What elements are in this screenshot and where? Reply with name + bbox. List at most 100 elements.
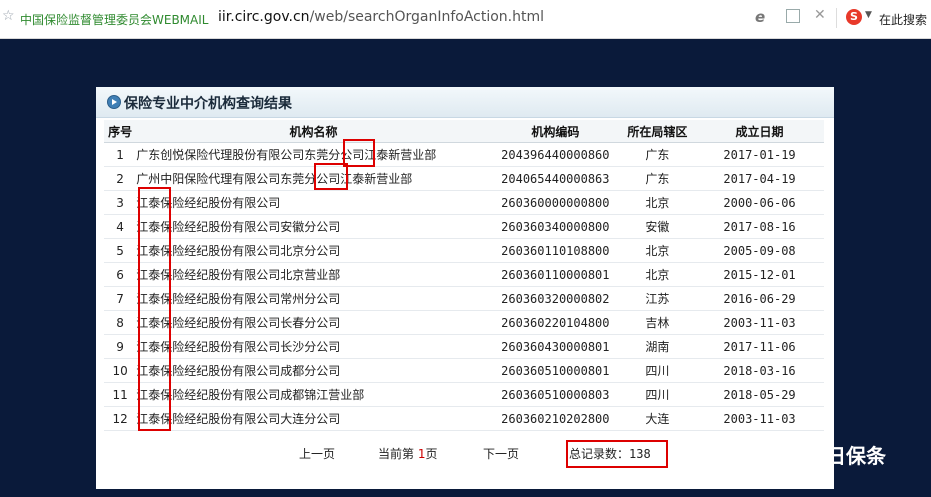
- table-row: 5 江泰保险经纪股份有限公司北京分公司 260360110108800 北京 2005-…: [104, 238, 824, 263]
- row-index: 12: [104, 406, 137, 431]
- next-page-link[interactable]: 下一页: [483, 445, 519, 462]
- pagination: 上一页 当前第 1页 下一页 总记录数：138: [96, 439, 834, 469]
- established-date: 2017-04-19: [695, 166, 824, 191]
- organization-code: 260360000000800: [490, 190, 620, 215]
- organization-name: 江泰保险经纪股份有限公司北京营业部: [136, 262, 491, 287]
- organization-name: 江泰保险经纪股份有限公司成都分公司: [136, 358, 491, 383]
- row-index: 2: [104, 166, 137, 191]
- address-bar[interactable]: iir.circ.gov.cn/web/searchOrganInfoActio…: [218, 9, 544, 25]
- results-panel: 保险专业中介机构查询结果 序号 机构名称 机构编码 所在局辖区 成立日期 1 广东…: [96, 87, 834, 489]
- prev-page-link[interactable]: 上一页: [299, 445, 335, 462]
- bullet-arrow-icon: [107, 95, 121, 109]
- organization-code: 260360110000801: [490, 262, 620, 287]
- organization-name: 江泰保险经纪股份有限公司长春分公司: [136, 310, 491, 335]
- row-index: 5: [104, 238, 137, 263]
- chevron-down-icon[interactable]: ▼: [865, 10, 872, 20]
- table-row: 8 江泰保险经纪股份有限公司长春分公司 260360220104800 吉林 2003-…: [104, 310, 824, 335]
- current-page-suffix: 页: [425, 447, 438, 461]
- table-row: 11 江泰保险经纪股份有限公司成都锦江营业部 260360510000803 四川 20…: [104, 382, 824, 407]
- organization-code: 260360110108800: [490, 238, 620, 263]
- table-header-row: 序号 机构名称 机构编码 所在局辖区 成立日期: [104, 120, 824, 143]
- close-icon[interactable]: ✕: [814, 7, 826, 23]
- favorite-star-icon[interactable]: ☆: [2, 9, 16, 23]
- established-date: 2000-06-06: [695, 190, 824, 215]
- row-index: 1: [104, 142, 137, 167]
- organization-name: 广州中阳保险代理有限公司东莞分公司江泰新营业部: [136, 166, 491, 191]
- established-date: 2005-09-08: [695, 238, 824, 263]
- row-index: 4: [104, 214, 137, 239]
- total-records-label: 总记录数：: [569, 447, 630, 461]
- organization-name: 江泰保险经纪股份有限公司: [136, 190, 491, 215]
- row-index: 7: [104, 286, 137, 311]
- table-row: 12 江泰保险经纪股份有限公司大连分公司 260360210202800 大连 2003…: [104, 406, 824, 431]
- row-index: 10: [104, 358, 137, 383]
- column-header-name: 机构名称: [136, 120, 491, 143]
- row-index: 11: [104, 382, 137, 407]
- region: 江苏: [619, 286, 696, 311]
- table-row: 3 江泰保险经纪股份有限公司 260360000000800 北京 2000-06-06: [104, 190, 824, 215]
- organization-name: 江泰保险经纪股份有限公司大连分公司: [136, 406, 491, 431]
- table-row: 10 江泰保险经纪股份有限公司成都分公司 260360510000801 四川 2018…: [104, 358, 824, 383]
- organization-code: 260360510000803: [490, 382, 620, 407]
- search-input[interactable]: 在此搜索: [879, 11, 927, 28]
- row-index: 8: [104, 310, 137, 335]
- sogou-search-icon[interactable]: S: [846, 9, 862, 25]
- organization-code: 260360340000800: [490, 214, 620, 239]
- favorite-site-link[interactable]: 中国保险监督管理委员会WEBMAIL: [20, 11, 208, 28]
- organization-name: 江泰保险经纪股份有限公司成都锦江营业部: [136, 382, 491, 407]
- region: 吉林: [619, 310, 696, 335]
- established-date: 2017-08-16: [695, 214, 824, 239]
- organization-code: 260360220104800: [490, 310, 620, 335]
- established-date: 2017-01-19: [695, 142, 824, 167]
- row-index: 6: [104, 262, 137, 287]
- established-date: 2018-03-16: [695, 358, 824, 383]
- established-date: 2003-11-03: [695, 406, 824, 431]
- organization-name: 广东创悦保险代理股份有限公司东莞分公司江泰新营业部: [136, 142, 491, 167]
- region: 四川: [619, 358, 696, 383]
- table-row: 2 广州中阳保险代理有限公司东莞分公司江泰新营业部 204065440000863 广…: [104, 166, 824, 191]
- region: 大连: [619, 406, 696, 431]
- table-row: 4 江泰保险经纪股份有限公司安徽分公司 260360340000800 安徽 2017-…: [104, 214, 824, 239]
- current-page-prefix: 当前第: [378, 447, 418, 461]
- column-header-code: 机构编码: [490, 120, 620, 143]
- panel-title: 保险专业中介机构查询结果: [124, 96, 292, 112]
- watermark: 今日保条: [770, 440, 886, 469]
- results-table: 序号 机构名称 机构编码 所在局辖区 成立日期 1 广东创悦保险代理股份有限公司东…: [104, 120, 824, 431]
- organization-code: 260360210202800: [490, 406, 620, 431]
- current-page-indicator: 当前第 1页: [378, 445, 437, 462]
- table-row: 9 江泰保险经纪股份有限公司长沙分公司 260360430000801 湖南 2017-…: [104, 334, 824, 359]
- table-row: 7 江泰保险经纪股份有限公司常州分公司 260360320000802 江苏 2016-…: [104, 286, 824, 311]
- organization-name: 江泰保险经纪股份有限公司北京分公司: [136, 238, 491, 263]
- url-path: /web/searchOrganInfoAction.html: [309, 9, 545, 25]
- row-index: 9: [104, 334, 137, 359]
- established-date: 2003-11-03: [695, 310, 824, 335]
- watermark-text: 今日保条: [806, 444, 886, 468]
- row-index: 3: [104, 190, 137, 215]
- region: 北京: [619, 238, 696, 263]
- total-records-count: 138: [629, 447, 651, 461]
- organization-code: 204065440000863: [490, 166, 620, 191]
- region: 四川: [619, 382, 696, 407]
- region: 北京: [619, 262, 696, 287]
- ie-compat-icon[interactable]: e: [755, 8, 765, 26]
- share-icon[interactable]: [786, 9, 800, 23]
- panel-header: 保险专业中介机构查询结果: [96, 87, 834, 118]
- organization-name: 江泰保险经纪股份有限公司长沙分公司: [136, 334, 491, 359]
- established-date: 2017-11-06: [695, 334, 824, 359]
- column-header-region: 所在局辖区: [619, 120, 696, 143]
- wechat-icon: [770, 442, 798, 467]
- column-header-index: 序号: [104, 120, 137, 143]
- region: 广东: [619, 166, 696, 191]
- region: 广东: [619, 142, 696, 167]
- region: 北京: [619, 190, 696, 215]
- organization-code: 204396440000860: [490, 142, 620, 167]
- table-row: 6 江泰保险经纪股份有限公司北京营业部 260360110000801 北京 2015-…: [104, 262, 824, 287]
- column-header-date: 成立日期: [695, 120, 824, 143]
- region: 安徽: [619, 214, 696, 239]
- organization-name: 江泰保险经纪股份有限公司常州分公司: [136, 286, 491, 311]
- organization-code: 260360510000801: [490, 358, 620, 383]
- table-row: 1 广东创悦保险代理股份有限公司东莞分公司江泰新营业部 20439644000086…: [104, 142, 824, 167]
- established-date: 2015-12-01: [695, 262, 824, 287]
- organization-code: 260360430000801: [490, 334, 620, 359]
- browser-bar: ☆ 中国保险监督管理委员会WEBMAIL iir.circ.gov.cn/web…: [0, 0, 931, 39]
